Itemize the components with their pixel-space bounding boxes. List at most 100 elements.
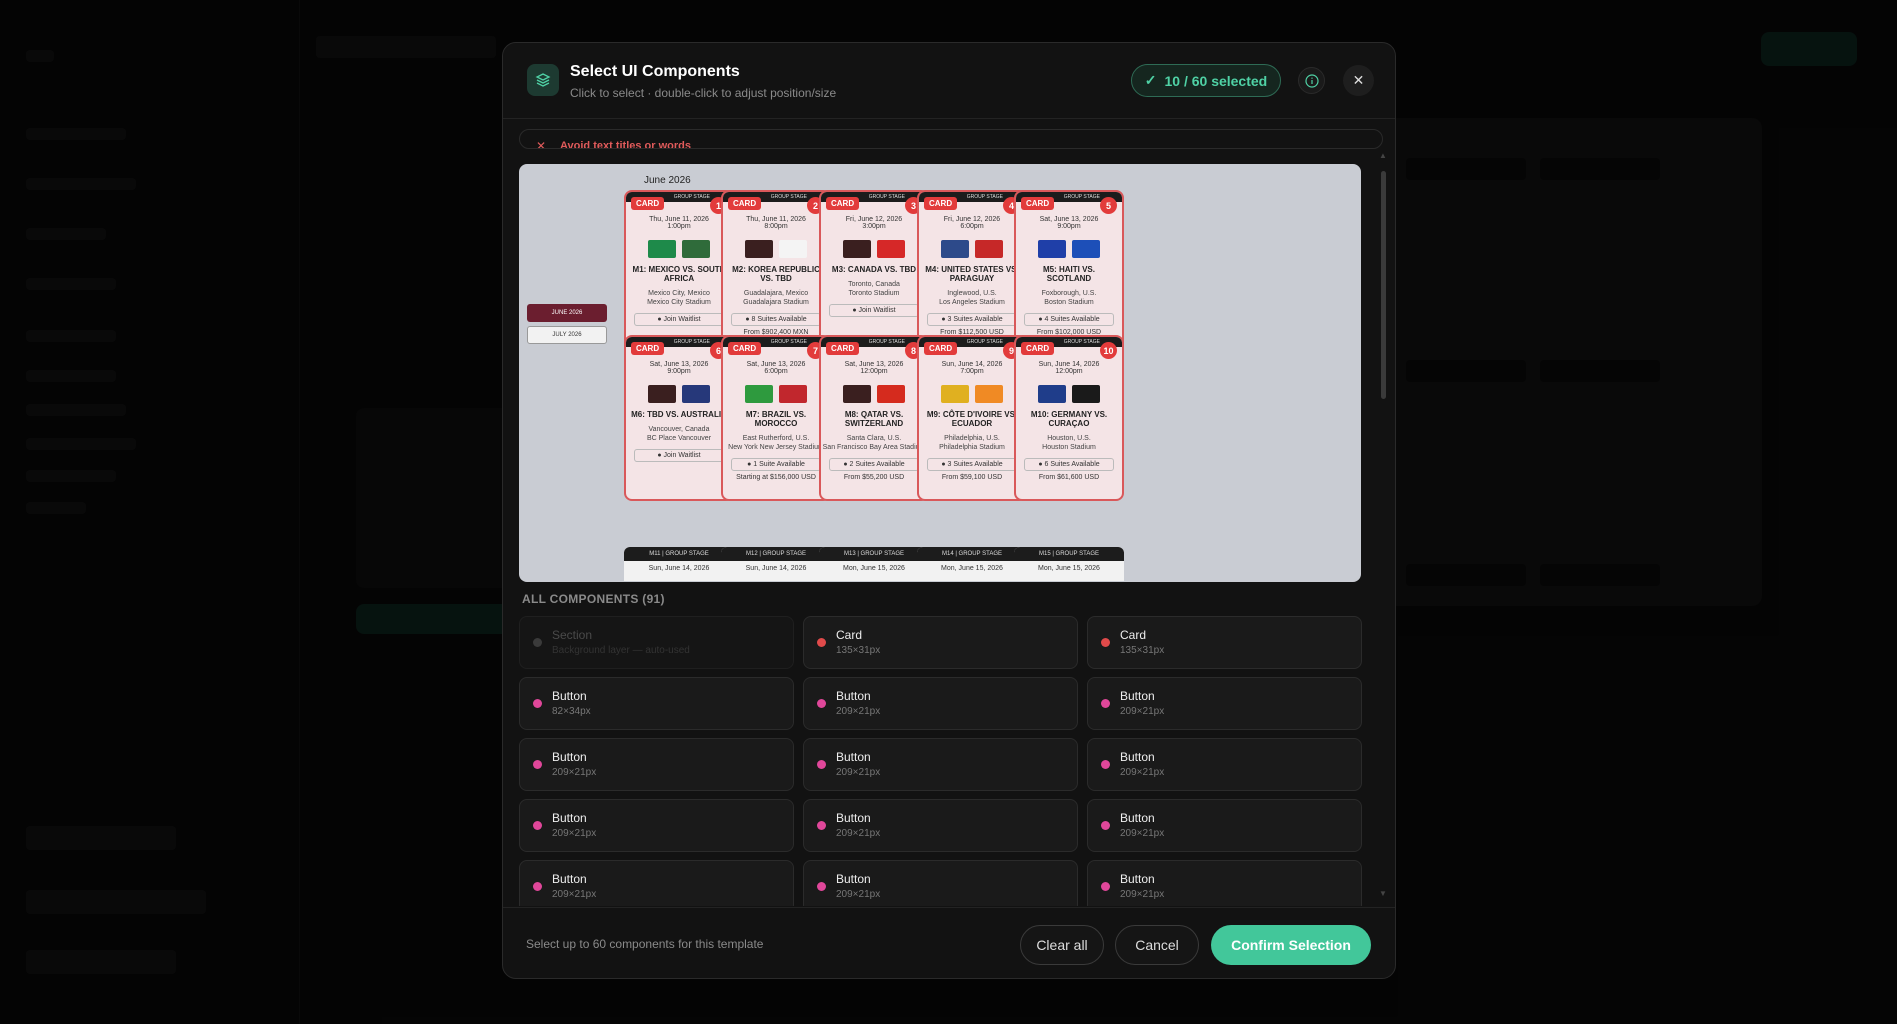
team-flags (626, 385, 732, 403)
component-name: Card (1120, 628, 1147, 642)
selected-count-text: 10 / 60 selected (1164, 72, 1268, 89)
card-availability-button[interactable]: ● 3 Suites Available (927, 458, 1017, 471)
template-preview[interactable]: June 2026 JUNE 2026 JULY 2026 GROUP STAG… (519, 164, 1361, 582)
component-item[interactable]: Button 209×21px (1087, 677, 1362, 730)
match-card-partial[interactable]: M12 | GROUP STAGE Sun, June 14, 2026 (721, 547, 831, 581)
component-item[interactable]: Button 209×21px (519, 738, 794, 791)
card-availability-button[interactable]: ● 3 Suites Available (927, 313, 1017, 326)
component-name: Card (836, 628, 863, 642)
card-tag: CARD (631, 197, 665, 210)
component-item[interactable]: Card 135×31px (803, 616, 1078, 669)
component-item[interactable]: Button 209×21px (803, 860, 1078, 906)
component-name: Button (552, 689, 587, 703)
card-venue: San Francisco Bay Area Stadium (822, 444, 926, 451)
match-card-partial[interactable]: M15 | GROUP STAGE Mon, June 15, 2026 (1014, 547, 1124, 581)
card-time: 1:00pm (667, 223, 691, 230)
card-venue: Toronto Stadium (848, 290, 900, 297)
component-color-dot (1101, 882, 1110, 891)
component-item[interactable]: Card 135×31px (1087, 616, 1362, 669)
scrollbar-thumb[interactable] (1381, 171, 1386, 399)
component-item[interactable]: Button 209×21px (803, 677, 1078, 730)
match-card-partial[interactable]: M11 | GROUP STAGE Sun, June 14, 2026 (624, 547, 734, 581)
component-dimensions: 209×21px (836, 706, 881, 717)
match-card-partial[interactable]: M13 | GROUP STAGE Mon, June 15, 2026 (819, 547, 929, 581)
match-card[interactable]: GROUP STAGE CARD 4 Fri, June 12, 2026 6:00pm… (917, 190, 1027, 356)
component-dimensions: 209×21px (836, 767, 881, 778)
match-card[interactable]: GROUP STAGE CARD 6 Sat, June 13, 2026 9:00pm… (624, 335, 734, 501)
component-item[interactable]: Button 82×34px (519, 677, 794, 730)
card-availability-button[interactable]: ● 4 Suites Available (1024, 313, 1114, 326)
card-time: 6:00pm (960, 223, 984, 230)
card-tag: CARD (728, 342, 762, 355)
component-item[interactable]: Button 209×21px (1087, 738, 1362, 791)
card-availability-button[interactable]: ● 1 Suite Available (731, 458, 821, 471)
team-flags (723, 385, 829, 403)
preview-june-button[interactable]: JUNE 2026 (527, 304, 607, 322)
card-city: Guadalajara, Mexico (743, 290, 809, 297)
card-venue: Los Angeles Stadium (939, 299, 1005, 306)
match-card[interactable]: GROUP STAGE CARD 9 Sun, June 14, 2026 7:00pm… (917, 335, 1027, 501)
card-availability-button[interactable]: ● Join Waitlist (634, 449, 724, 462)
info-button[interactable] (1298, 67, 1325, 94)
card-availability-button[interactable]: ● Join Waitlist (634, 313, 724, 326)
flag-icon (779, 240, 807, 258)
component-color-dot (533, 638, 542, 647)
card-match: M8: QATAR VS. SWITZERLAND (844, 410, 904, 428)
flag-icon (745, 240, 773, 258)
card-location: Houston, U.S. Houston Stadium (1016, 434, 1122, 452)
card-city: Vancouver, Canada (648, 426, 710, 433)
card-tag: CARD (924, 342, 958, 355)
component-color-dot (1101, 638, 1110, 647)
flag-icon (843, 240, 871, 258)
component-item[interactable]: Button 209×21px (519, 860, 794, 906)
component-dimensions: 209×21px (1120, 889, 1165, 900)
match-card[interactable]: GROUP STAGE CARD 5 Sat, June 13, 2026 9:00pm… (1014, 190, 1124, 356)
match-card[interactable]: GROUP STAGE CARD 7 Sat, June 13, 2026 6:00pm… (721, 335, 831, 501)
match-card[interactable]: GROUP STAGE CARD 1 Thu, June 11, 2026 1:00pm… (624, 190, 734, 356)
preview-july-button[interactable]: JULY 2026 (527, 326, 607, 344)
scroll-down-icon[interactable]: ▼ (1379, 889, 1387, 898)
card-date: Sat, June 13, 2026 (1039, 216, 1099, 223)
modal-title: Select UI Components (570, 63, 740, 80)
match-card-partial[interactable]: M14 | GROUP STAGE Mon, June 15, 2026 (917, 547, 1027, 581)
card-number-badge: 5 (1100, 197, 1117, 214)
component-dimensions: 82×34px (552, 706, 591, 717)
card-availability-button[interactable]: ● 8 Suites Available (731, 313, 821, 326)
component-item[interactable]: Button 209×21px (1087, 799, 1362, 852)
card-city: Mexico City, Mexico (648, 290, 710, 297)
match-card[interactable]: GROUP STAGE CARD 3 Fri, June 12, 2026 3:00pm… (819, 190, 929, 356)
card-venue: Guadalajara Stadium (743, 299, 809, 306)
component-item[interactable]: Button 209×21px (803, 738, 1078, 791)
component-item[interactable]: Button 209×21px (1087, 860, 1362, 906)
scroll-up-icon[interactable]: ▲ (1379, 151, 1387, 160)
component-color-dot (533, 882, 542, 891)
close-button[interactable]: ✕ (1343, 65, 1374, 96)
component-dimensions: 209×21px (552, 828, 597, 839)
card-stage: M14 | GROUP STAGE (917, 547, 1027, 561)
card-tag: CARD (826, 197, 860, 210)
match-card[interactable]: GROUP STAGE CARD 8 Sat, June 13, 2026 12:00p… (819, 335, 929, 501)
card-availability-button[interactable]: ● 6 Suites Available (1024, 458, 1114, 471)
component-color-dot (533, 760, 542, 769)
card-availability-button[interactable]: ● 2 Suites Available (829, 458, 919, 471)
confirm-selection-button[interactable]: Confirm Selection (1211, 925, 1371, 965)
team-flags (919, 240, 1025, 258)
match-card[interactable]: GROUP STAGE CARD 10 Sun, June 14, 2026 12:00… (1014, 335, 1124, 501)
component-item[interactable]: Button 209×21px (519, 799, 794, 852)
card-time: 9:00pm (667, 368, 691, 375)
flag-icon (1038, 385, 1066, 403)
warning-close-icon[interactable]: ✕ (536, 139, 546, 148)
component-dimensions: 209×21px (1120, 767, 1165, 778)
card-location: Guadalajara, Mexico Guadalajara Stadium (723, 289, 829, 307)
component-name: Button (836, 750, 871, 764)
card-match: M5: HAITI VS. SCOTLAND (1042, 265, 1095, 283)
component-item[interactable]: Button 209×21px (803, 799, 1078, 852)
flag-icon (745, 385, 773, 403)
match-card[interactable]: GROUP STAGE CARD 2 Thu, June 11, 2026 8:00pm… (721, 190, 831, 356)
card-availability-button[interactable]: ● Join Waitlist (829, 304, 919, 317)
component-name: Button (836, 872, 871, 886)
cancel-button[interactable]: Cancel (1115, 925, 1199, 965)
component-color-dot (817, 760, 826, 769)
card-date: Sat, June 13, 2026 (649, 361, 709, 368)
clear-all-button[interactable]: Clear all (1020, 925, 1104, 965)
